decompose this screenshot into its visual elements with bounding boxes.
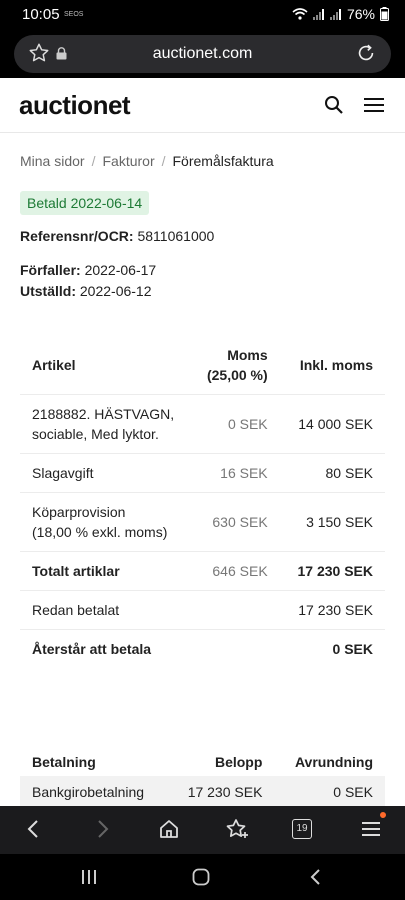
- table-row: Återstår att betala 0 SEK: [20, 629, 385, 668]
- incl-cell: 17 230 SEK: [279, 590, 385, 630]
- table-row: Totalt artiklar 646 SEK 17 230 SEK: [20, 551, 385, 591]
- browser-toolbar: 19: [0, 806, 405, 854]
- site-logo[interactable]: auctionet: [19, 90, 131, 121]
- breadcrumb: Mina sidor / Fakturor / Föremålsfaktura: [20, 153, 274, 169]
- col-vat-line2: (25,00 %): [206, 367, 268, 383]
- signal-icon-2: [329, 8, 342, 20]
- reload-icon[interactable]: [355, 42, 377, 64]
- web-page: auctionet Mina sidor / Fakturor / Föremålsfa…: [0, 78, 405, 806]
- incl-cell: 14 000 SEK: [279, 394, 385, 454]
- payment-cell: Bankgirobetalning: [20, 776, 168, 806]
- table-row: Redan betalat 17 230 SEK: [20, 590, 385, 630]
- col-vat-line1: Moms: [227, 347, 268, 363]
- col-amount: Belopp: [214, 754, 263, 770]
- invoice-items-table: Artikel Moms (25,00 %) Inkl. moms 2188882…: [20, 336, 385, 668]
- article-cell: Köparprovision (18,00 % exkl. moms): [20, 492, 190, 552]
- hamburger-menu-icon[interactable]: [364, 97, 384, 113]
- status-time: 10:05: [22, 6, 60, 23]
- article-line1: Köparprovision: [32, 504, 126, 520]
- article-cell: Slagavgift: [20, 453, 190, 493]
- system-nav-bar: [0, 854, 405, 900]
- address-bar[interactable]: auctionet.com: [14, 35, 391, 73]
- vat-cell: 16 SEK: [190, 453, 280, 493]
- breadcrumb-mina-sidor[interactable]: Mina sidor: [20, 153, 85, 169]
- table-row: 2188882. HÄSTVAGN, sociable, Med lyktor. …: [20, 394, 385, 454]
- signal-icon: [312, 8, 325, 20]
- table-row: Bankgirobetalning 17 230 SEK 0 SEK: [20, 776, 385, 806]
- table-row: Köparprovision (18,00 % exkl. moms) 630 S…: [20, 492, 385, 552]
- issued-label: Utställd:: [20, 283, 76, 299]
- vat-cell: 630 SEK: [190, 492, 280, 552]
- wifi-icon: [292, 8, 308, 20]
- incl-cell: 80 SEK: [279, 453, 385, 493]
- col-incl-vat: Inkl. moms: [299, 357, 373, 373]
- browser-url-area: auctionet.com: [0, 32, 405, 78]
- article-line1: 2188882. HÄSTVAGN,: [32, 406, 175, 422]
- breadcrumb-fakturor[interactable]: Fakturor: [102, 153, 154, 169]
- back-icon[interactable]: [24, 818, 44, 840]
- article-line2: sociable, Med lyktor.: [32, 426, 159, 442]
- status-carrier: SEOS: [64, 11, 84, 18]
- breadcrumb-current: Föremålsfaktura: [172, 153, 274, 169]
- reference-line: Referensnr/OCR: 5811061000: [20, 228, 214, 244]
- issued-line: Utställd: 2022-06-12: [20, 283, 152, 299]
- col-article: Artikel: [32, 357, 76, 373]
- table-row: Slagavgift 16 SEK 80 SEK: [20, 453, 385, 493]
- notification-dot: [380, 812, 386, 818]
- article-line2: (18,00 % exkl. moms): [32, 524, 168, 540]
- due-label: Förfaller:: [20, 262, 81, 278]
- tab-count: 19: [296, 823, 308, 834]
- bookmarks-icon[interactable]: [225, 818, 249, 840]
- home-icon[interactable]: [158, 818, 180, 840]
- amount-cell: 17 230 SEK: [167, 776, 275, 806]
- article-cell: Återstår att betala: [20, 629, 190, 668]
- breadcrumb-separator: /: [161, 153, 166, 169]
- reference-value: 5811061000: [137, 228, 215, 244]
- issued-value: 2022-06-12: [79, 283, 152, 299]
- col-payment: Betalning: [32, 754, 96, 770]
- due-value: 2022-06-17: [84, 262, 157, 278]
- status-badge: Betald 2022-06-14: [20, 191, 150, 215]
- menu-icon[interactable]: [362, 821, 380, 837]
- site-header: auctionet: [0, 78, 405, 133]
- article-cell: Redan betalat: [20, 590, 190, 630]
- vat-cell: [190, 629, 280, 668]
- tabs-button[interactable]: 19: [292, 819, 312, 839]
- article-cell: 2188882. HÄSTVAGN, sociable, Med lyktor.: [20, 394, 190, 454]
- back-nav-icon[interactable]: [308, 868, 324, 886]
- vat-cell: 0 SEK: [190, 394, 280, 454]
- home-nav-icon[interactable]: [192, 868, 210, 886]
- status-bar: 10:05 SEOS 76%: [0, 0, 405, 32]
- reference-label: Referensnr/OCR:: [20, 228, 134, 244]
- search-icon[interactable]: [324, 95, 344, 115]
- battery-icon: [380, 7, 389, 21]
- status-right: 76%: [292, 6, 389, 22]
- incl-cell: 3 150 SEK: [279, 492, 385, 552]
- vat-cell: [190, 590, 280, 630]
- payments-table: Betalning Belopp Avrundning Bankgirobeta…: [20, 748, 385, 806]
- recent-apps-icon[interactable]: [80, 868, 98, 886]
- url-text: auctionet.com: [152, 45, 253, 62]
- due-line: Förfaller: 2022-06-17: [20, 262, 156, 278]
- incl-cell: 17 230 SEK: [279, 551, 385, 591]
- vat-cell: 646 SEK: [190, 551, 280, 591]
- incl-cell: 0 SEK: [279, 629, 385, 668]
- article-cell: Totalt artiklar: [20, 551, 190, 591]
- battery-percent: 76%: [346, 6, 375, 22]
- col-vat: Moms (25,00 %): [190, 336, 280, 395]
- col-rounding: Avrundning: [294, 754, 373, 770]
- breadcrumb-separator: /: [91, 153, 96, 169]
- table-header-row: Artikel Moms (25,00 %) Inkl. moms: [20, 336, 385, 395]
- table-header-row: Betalning Belopp Avrundning: [20, 748, 385, 776]
- rounding-cell: 0 SEK: [274, 776, 385, 806]
- forward-icon[interactable]: [92, 818, 112, 840]
